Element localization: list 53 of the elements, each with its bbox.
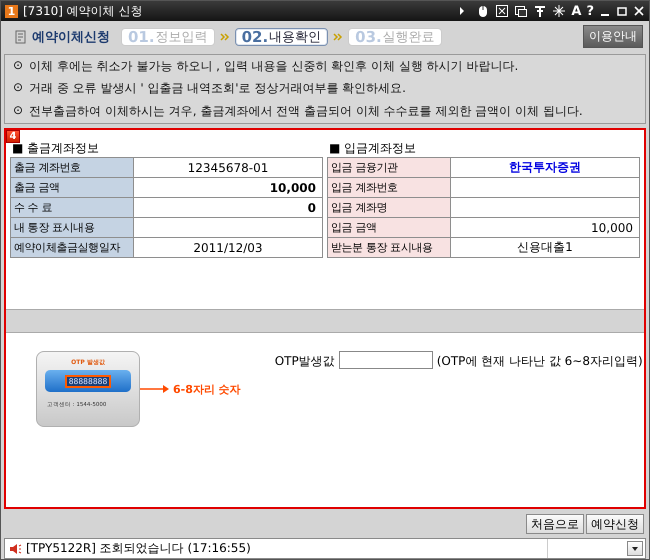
field-label: 수 수 료 [10,198,134,218]
otp-label: OTP발생값 [274,353,335,370]
spark-icon[interactable] [552,4,566,18]
field-label: 출금 계좌번호 [10,158,134,178]
pin-icon[interactable] [533,4,548,18]
dropdown-button[interactable] [627,541,643,556]
panel-badge: 4 [6,130,20,143]
windows-icon[interactable] [514,4,528,18]
close-icon[interactable] [633,5,645,17]
notice-text: 이체 후에는 취소가 불가능 하오니 , 입력 내용을 신중히 확인후 이체 실행 하시기 바랍니다. [29,58,518,75]
double-chevron-icon [333,32,344,42]
notice-text: 거래 중 오류 발생시 ' 입출금 내역조회'로 정상거래여부를 확인하세요. [29,80,406,98]
callout-text: 6-8자리 숫자 [173,382,241,396]
field-label: 입금 계좌번호 [328,178,450,198]
window-number: 1 [5,4,18,18]
help-button[interactable]: ? [586,4,594,18]
field-value: 12345678-01 [134,158,322,178]
field-label: 입금 금액 [328,218,450,238]
bullet-icon: ⊙ [13,103,24,120]
field-label: 받는분 통장 표시내용 [328,238,450,258]
field-value: 신용대출1 [450,238,640,258]
bullet-icon: ⊙ [13,80,24,98]
document-icon [13,29,27,44]
callout-arrow [140,385,169,393]
field-label: 입금 금융기관 [328,158,450,178]
otp-input-field[interactable] [338,351,433,369]
help-button[interactable]: 이용안내 [583,25,643,48]
window-title: [7310] 예약이체 신청 [23,2,144,20]
otp-hint: (OTP에 현재 나타난 값 6~8자리입력) [436,353,643,370]
section-heading: ■ 입금계좌정보 [328,140,418,157]
submit-button[interactable]: 예약신청 [586,514,644,534]
section-heading: ■ 출금계좌정보 [11,140,100,157]
page-title: 예약이체신청 [32,28,110,46]
field-value: 10,000 [134,178,322,198]
boxed-x-icon[interactable] [495,4,510,18]
field-value: 2011/12/03 [134,238,322,258]
caret-icon [631,546,639,552]
notice-text: 전부출금하여 이체하시는 겨우, 출금계좌에서 전액 출금되어 이체 수수료를 제외한 금액이 이체 됩니다. [29,103,583,120]
bullet-icon: ⊙ [13,58,24,75]
double-chevron-icon [220,32,230,42]
font-size-button[interactable]: A [571,4,582,18]
field-value: 10,000 [450,218,640,238]
field-label: 내 통장 표시내용 [10,218,134,238]
status-message: [TPY5122R] 조회되었습니다 (17:16:55) [26,540,252,557]
field-value: 한국투자증권 [450,158,640,178]
field-label: 입금 계좌명 [328,198,450,218]
device-display: 88888888 [64,374,112,388]
field-value: 0 [134,198,322,218]
restart-button[interactable]: 처음으로 [526,514,584,534]
speaker-icon [9,542,22,554]
field-label: 예약이체출금실행일자 [10,238,134,258]
field-label: 출금 금액 [10,178,134,198]
maximize-icon[interactable] [616,5,628,17]
